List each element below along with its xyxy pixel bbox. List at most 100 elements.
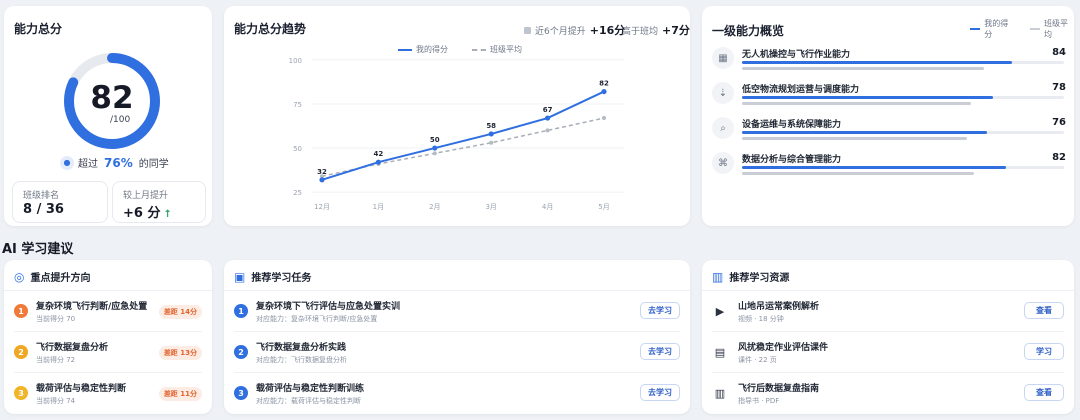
overall-score-denominator: /100 xyxy=(110,115,131,125)
resource-meta: 课件 · 22 页 xyxy=(738,356,777,364)
class-rank-value: 8 / 36 xyxy=(23,202,64,217)
ability-row: ⇣ 低空物流规划运营与调度能力 78 xyxy=(712,82,1066,116)
ability-mine-track xyxy=(742,61,1064,64)
learning-tasks-card: ▣ 推荐学习任务 1 复杂环境下飞行评估与应急处置实训 对应能力：复杂环境飞行判断/… xyxy=(224,260,690,414)
x-tick-label: 5月 xyxy=(598,203,609,211)
ability-mine-bar xyxy=(742,61,1013,64)
trend-card: 能力总分趋势 近6个月提升 +16分 高于班均 +7分 我的得分 班级平均 25… xyxy=(224,6,690,226)
x-tick-label: 1月 xyxy=(373,203,384,211)
monthly-improve-number: +6 分 xyxy=(123,206,161,221)
resource-item: ▶ 山地吊运常案例解析 视频 · 18 分钟 查看 xyxy=(702,292,1074,332)
my-score-data-label: 67 xyxy=(543,106,553,114)
ability-mine-track xyxy=(742,96,1064,99)
go-learn-button[interactable]: 去学习 xyxy=(640,302,680,319)
arrow-up-icon: ↑ xyxy=(163,209,172,220)
ability-avg-track xyxy=(742,137,1064,140)
monthly-improve-label: 较上月提升 xyxy=(123,191,169,201)
y-tick-label: 50 xyxy=(293,145,302,153)
learning-resources-header: ▥ 推荐学习资源 xyxy=(712,269,789,285)
monthly-improve-box: 较上月提升 +6 分 ↑ xyxy=(112,181,206,223)
focus-item: 3 载荷评估与稳定性判断 当前得分 74 差距 11分 xyxy=(4,374,212,414)
y-tick-label: 100 xyxy=(289,57,302,65)
clipboard-icon: ▣ xyxy=(234,269,246,284)
resource-meta: 指导书 · PDF xyxy=(738,397,780,405)
logistics-icon: ⇣ xyxy=(712,82,734,104)
class-average-point xyxy=(489,140,494,145)
go-learn-button[interactable]: 去学习 xyxy=(640,343,680,360)
my-score-data-label: 50 xyxy=(430,136,440,144)
my-score-data-label: 32 xyxy=(317,168,327,176)
my-score-line xyxy=(321,90,605,181)
focus-item-current-score: 当前得分 72 xyxy=(36,356,76,364)
ability-avg-bar xyxy=(742,102,971,105)
ability-avg-bar xyxy=(742,67,984,70)
my-score-point xyxy=(432,145,438,151)
class-average-point xyxy=(545,128,550,133)
trend-chart: 25 50 75 100 12月 1月 2月 3月 4月 5月 32 42 50 58 67 82 xyxy=(289,57,624,211)
resource-action-button[interactable]: 查看 xyxy=(1024,384,1064,401)
video-icon: ▶ xyxy=(715,304,725,318)
ability-row: ⌘ 数据分析与综合管理能力 82 xyxy=(712,152,1066,186)
task-related-ability: 对应能力：飞行数据复盘分析 xyxy=(256,356,347,364)
ability-name: 数据分析与综合管理能力 xyxy=(742,155,842,165)
task-related-ability: 对应能力：复杂环境飞行判断/应急处置 xyxy=(256,315,378,323)
focus-areas-header: ◎ 重点提升方向 xyxy=(14,269,90,285)
task-title: 复杂环境下飞行评估与应急处置实训 xyxy=(256,302,401,312)
abilities-legend-avg-swatch xyxy=(1029,28,1041,30)
ability-row: ⌕ 设备运维与系统保障能力 76 xyxy=(712,117,1066,151)
go-learn-button[interactable]: 去学习 xyxy=(640,384,680,401)
my-score-point xyxy=(319,177,325,183)
abilities-legend-mine-swatch xyxy=(970,28,981,30)
open-book-icon: ▥ xyxy=(712,269,724,284)
rank-number-badge: 3 xyxy=(14,386,28,400)
ability-avg-bar xyxy=(742,137,968,140)
resource-action-button[interactable]: 查看 xyxy=(1024,302,1064,319)
resource-title: 山地吊运常案例解析 xyxy=(738,302,820,312)
my-score-point xyxy=(601,88,607,95)
user-icon: ● xyxy=(60,155,74,170)
ability-mine-bar xyxy=(742,131,987,134)
my-score-point xyxy=(375,159,381,165)
exceed-prefix: 超过 xyxy=(78,159,98,170)
ability-score: 84 xyxy=(1052,47,1066,58)
ability-avg-track xyxy=(742,172,1064,175)
exceed-percent: 76% xyxy=(104,155,133,170)
score-gap-badge: 差距 14分 xyxy=(158,305,202,319)
task-title: 载荷评估与稳定性判断训练 xyxy=(256,384,365,394)
score-gap-badge: 差距 13分 xyxy=(158,346,202,360)
book-icon: ▥ xyxy=(714,386,726,400)
resource-meta: 视频 · 18 分钟 xyxy=(738,315,784,323)
my-score-data-label: 82 xyxy=(599,80,609,88)
focus-item-title: 载荷评估与稳定性判断 xyxy=(36,384,127,394)
overall-score-title: 能力总分 xyxy=(14,22,63,36)
overall-score-value: 82 xyxy=(90,80,134,116)
resource-item: ▥ 飞行后数据复盘指南 指导书 · PDF 查看 xyxy=(702,374,1074,414)
my-score-point xyxy=(545,115,551,121)
y-tick-label: 25 xyxy=(293,189,302,197)
document-icon: ▤ xyxy=(714,345,726,359)
x-tick-label: 3月 xyxy=(485,203,496,211)
ability-name: 设备运维与系统保障能力 xyxy=(742,120,842,130)
resource-action-button[interactable]: 学习 xyxy=(1024,343,1064,360)
resource-title: 飞行后数据复盘指南 xyxy=(738,384,820,394)
data-analysis-icon: ⌘ xyxy=(712,152,734,174)
y-tick-label: 75 xyxy=(293,101,302,109)
my-score-data-label: 58 xyxy=(486,122,496,130)
task-number-badge: 3 xyxy=(234,386,248,400)
ability-avg-track xyxy=(742,67,1064,70)
focus-item-current-score: 当前得分 70 xyxy=(36,315,76,323)
class-rank-box: 班级排名 8 / 36 xyxy=(12,181,108,223)
abilities-legend: 我的得分 班级平均 xyxy=(970,18,1074,40)
ability-score: 76 xyxy=(1052,117,1066,128)
ability-mine-track xyxy=(742,131,1064,134)
focus-item-title: 复杂环境飞行判断/应急处置 xyxy=(36,302,148,312)
abilities-card: 一级能力概览 我的得分 班级平均 ▦ 无人机操控与飞行作业能力 84 ⇣ 低空物流规划运… xyxy=(702,6,1074,226)
maintenance-icon: ⌕ xyxy=(712,117,734,139)
my-score-data-label: 42 xyxy=(374,150,384,158)
score-ring: 82 /100 xyxy=(63,52,161,150)
task-item: 3 载荷评估与稳定性判断训练 对应能力：载荷评估与稳定性判断 去学习 xyxy=(224,374,690,414)
focus-item-title: 飞行数据复盘分析 xyxy=(36,343,109,353)
ability-name: 低空物流规划运营与调度能力 xyxy=(742,85,860,95)
task-item: 2 飞行数据复盘分析实践 对应能力：飞行数据复盘分析 去学习 xyxy=(224,333,690,373)
abilities-title: 一级能力概览 xyxy=(712,24,785,38)
